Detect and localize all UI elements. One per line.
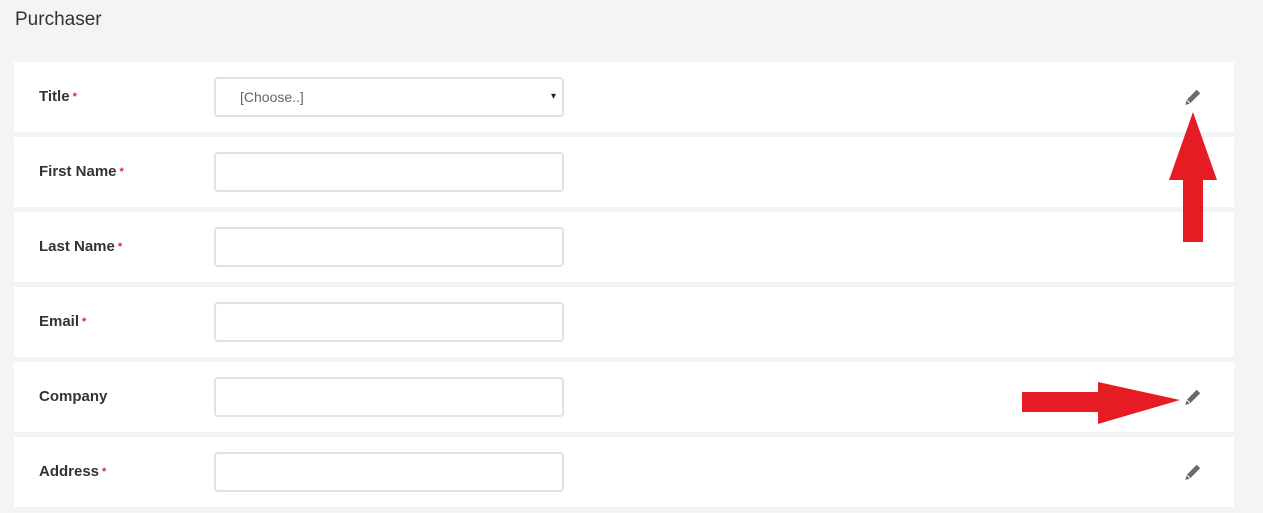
email-label: Email * — [39, 313, 86, 330]
first-name-field[interactable] — [214, 152, 564, 192]
address-label: Address * — [39, 463, 106, 480]
address-label-text: Address — [39, 463, 100, 480]
section-title: Purchaser — [15, 9, 102, 30]
required-marker: * — [72, 91, 77, 103]
title-label-text: Title — [39, 88, 70, 105]
form-row-title: Title * [Choose..] ▾ — [14, 62, 1234, 132]
title-label: Title * — [39, 88, 77, 105]
email-label-text: Email — [39, 313, 80, 330]
company-label: Company — [39, 388, 107, 405]
address-field[interactable] — [214, 452, 564, 492]
title-select[interactable]: [Choose..] ▾ — [214, 77, 564, 117]
form-row-email: Email * — [14, 287, 1234, 357]
pencil-icon[interactable] — [1184, 388, 1202, 406]
first-name-label-text: First Name — [39, 163, 117, 180]
title-select-value: [Choose..] — [240, 89, 304, 105]
required-marker: * — [119, 166, 124, 178]
required-marker: * — [117, 241, 123, 253]
pencil-icon[interactable] — [1184, 463, 1202, 481]
form-row-address: Address * — [14, 437, 1234, 507]
company-label-text: Company — [39, 388, 108, 405]
required-marker: * — [82, 316, 87, 328]
last-name-field[interactable] — [214, 227, 564, 267]
form-row-last-name: Last Name * — [14, 212, 1234, 282]
form-row-first-name: First Name * — [14, 137, 1234, 207]
pencil-icon[interactable] — [1184, 88, 1202, 106]
purchaser-form: Title * [Choose..] ▾ First Name * Last Nam… — [14, 62, 1234, 512]
annotation-arrow-up-icon — [1169, 112, 1217, 242]
chevron-down-icon: ▾ — [550, 91, 556, 102]
email-field[interactable] — [214, 302, 564, 342]
first-name-label: First Name * — [39, 163, 124, 180]
company-field[interactable] — [214, 377, 564, 417]
required-marker: * — [102, 466, 107, 478]
annotation-arrow-right-icon — [1022, 382, 1180, 424]
last-name-label-text: Last Name — [39, 238, 115, 255]
last-name-label: Last Name * — [39, 238, 122, 255]
